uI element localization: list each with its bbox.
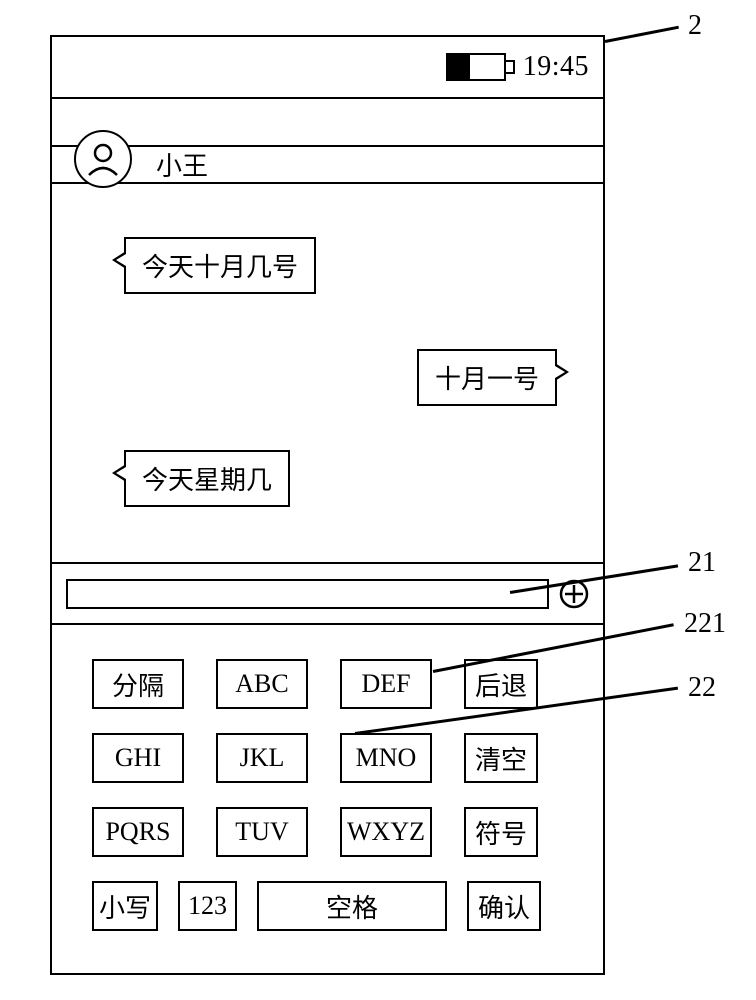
key-jkl[interactable]: JKL — [216, 733, 308, 783]
callout-label-device: 2 — [688, 10, 702, 42]
status-time: 19:45 — [523, 51, 589, 83]
key-mno[interactable]: MNO — [340, 733, 432, 783]
contact-header: 小王 — [52, 132, 603, 190]
key-wxyz[interactable]: WXYZ — [340, 807, 432, 857]
key-def[interactable]: DEF — [340, 659, 432, 709]
key-back[interactable]: 后退 — [464, 659, 538, 709]
avatar-icon — [74, 130, 132, 188]
key-clear[interactable]: 清空 — [464, 733, 538, 783]
contact-name: 小王 — [156, 146, 208, 183]
chat-message: 十月一号 — [435, 365, 539, 394]
key-123[interactable]: 123 — [178, 881, 237, 931]
input-bar — [52, 562, 603, 625]
bubble-tail-left-icon — [112, 464, 126, 482]
key-space[interactable]: 空格 — [257, 881, 447, 931]
chat-bubble-incoming: 今天十月几号 — [124, 237, 316, 294]
keyboard: 分隔 ABC DEF 后退 GHI JKL MNO 清空 PQRS TUV WX… — [52, 645, 603, 945]
battery-icon — [446, 53, 515, 81]
key-pqrs[interactable]: PQRS — [92, 807, 184, 857]
bubble-tail-right-icon — [555, 363, 569, 381]
chat-message: 今天十月几号 — [142, 253, 298, 282]
status-bar: 19:45 — [52, 37, 603, 99]
callout-label-key-example: 221 — [684, 608, 726, 640]
key-tuv[interactable]: TUV — [216, 807, 308, 857]
chat-bubble-incoming: 今天星期几 — [124, 450, 290, 507]
callout-label-keyboard: 22 — [688, 672, 716, 704]
key-abc[interactable]: ABC — [216, 659, 308, 709]
key-lowercase[interactable]: 小写 — [92, 881, 158, 931]
chat-bubble-outgoing: 十月一号 — [417, 349, 557, 406]
message-input[interactable] — [66, 579, 549, 609]
chat-area: 今天十月几号 十月一号 今天星期几 — [52, 217, 603, 567]
key-symbol[interactable]: 符号 — [464, 807, 538, 857]
key-ghi[interactable]: GHI — [92, 733, 184, 783]
chat-message: 今天星期几 — [142, 466, 272, 495]
device-frame: 19:45 小王 今天十月几号 十月一号 — [50, 35, 605, 975]
key-separator[interactable]: 分隔 — [92, 659, 184, 709]
callout-label-input: 21 — [688, 547, 716, 579]
callout-leader — [605, 26, 679, 43]
key-confirm[interactable]: 确认 — [467, 881, 541, 931]
bubble-tail-left-icon — [112, 251, 126, 269]
